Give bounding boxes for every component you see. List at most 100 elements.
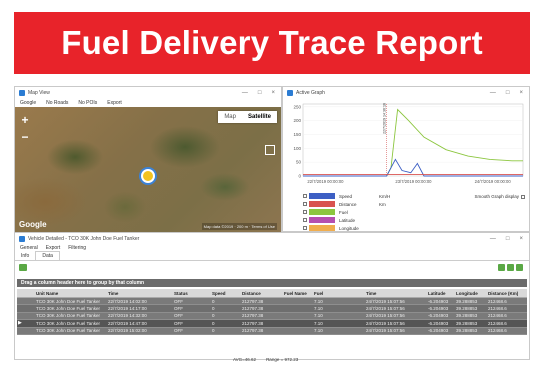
legend-label: Distance [339,201,357,207]
vehicle-marker-icon[interactable] [141,169,155,183]
grid-totals: AVG=46.62 Range = 972.23 [233,357,298,362]
legend-checkbox[interactable] [303,194,307,198]
column-header[interactable]: Unit Name [35,291,107,296]
legend-item[interactable]: Speed Km/H [303,192,390,200]
table-cell: 212468.6 [488,313,507,319]
table-row[interactable]: TCO 30K John Doe Fuel Tanker 22/7/2019 15… [17,327,527,335]
table-cell: 24/7/2019 15:07:56 [366,320,405,326]
table-cell: OFF [174,328,183,334]
legend-item[interactable]: Latitude [303,216,390,224]
tab-info[interactable]: Info [15,252,35,260]
close-icon[interactable]: × [519,90,523,96]
table-cell: 39.288853 [456,298,478,304]
legend-swatch [309,193,335,199]
legend-label: Longitude [339,225,359,231]
banner-title: Fuel Delivery Trace Report [61,24,483,61]
maximize-icon[interactable]: □ [258,90,262,96]
column-header[interactable]: Latitude [427,291,455,296]
app-icon [287,89,293,96]
column-header[interactable]: Status [173,291,211,296]
x-tick-label: 23/7/2019 00:00:00 [395,179,432,184]
close-icon[interactable]: × [271,90,275,96]
zoom-out-button[interactable]: − [19,130,31,144]
close-icon[interactable]: × [519,236,523,242]
legend-checkbox[interactable] [303,202,307,206]
legend-item[interactable]: Distance Km [303,200,390,208]
minimize-icon[interactable]: — [490,236,496,242]
map-type-satellite-button[interactable]: Satellite [242,111,277,123]
menu-google[interactable]: Google [20,100,36,106]
table-cell: 212797.38 [242,313,264,319]
legend-checkbox[interactable] [303,210,307,214]
menu-filtering[interactable]: Filtering [68,245,86,251]
table-cell: TCO 30K John Doe Fuel Tanker [36,306,100,312]
column-header[interactable]: Time [365,291,427,296]
table-cell: 212468.6 [488,298,507,304]
table-cell: 22/7/2019 15:02:00 [108,328,147,334]
maximize-icon[interactable]: □ [506,90,510,96]
table-cell: 212797.38 [242,298,264,304]
menu-no-pois[interactable]: No POIs [78,100,97,106]
smooth-graph-toggle[interactable]: Smooth Graph display [474,194,525,199]
table-cell: 0 [212,328,215,334]
data-grid: Unit Name Time Status Speed Distance Fuel Nam… [17,289,527,335]
map-type-toggle: Map Satellite [218,111,277,123]
column-header[interactable]: Fuel [313,291,365,296]
table-cell: 7.10 [314,306,323,312]
column-header[interactable]: Distance (Km) [487,291,527,296]
table-cell: OFF [174,306,183,312]
menu-no-roads[interactable]: No Roads [46,100,68,106]
table-cell: 212797.38 [242,320,264,326]
table-cell: 212468.6 [488,328,507,334]
map-type-map-button[interactable]: Map [218,111,242,123]
y-tick-label: 100 [293,146,301,151]
legend-item[interactable]: Fuel [303,208,390,216]
legend-label: Latitude [339,217,356,223]
satellite-map[interactable]: + − Map Satellite Google Map data ©2019 … [15,107,281,232]
tab-data[interactable]: Data [35,251,60,260]
time-marker-label: 22/7/2019 14:36:16 [383,103,387,134]
smooth-graph-label: Smooth Graph display [474,194,519,199]
legend-checkbox[interactable] [303,226,307,230]
table-row[interactable]: TCO 30K John Doe Fuel Tanker 22/7/2019 14… [17,305,527,313]
maximize-icon[interactable]: □ [506,236,510,242]
group-by-panel[interactable]: Drag a column header here to group by th… [17,279,527,287]
table-cell: 22/7/2019 14:02:00 [108,298,147,304]
smooth-graph-checkbox[interactable] [521,194,525,199]
minimize-icon[interactable]: — [242,90,248,96]
table-cell: 0 [212,298,215,304]
minimize-icon[interactable]: — [490,90,496,96]
column-header[interactable]: Distance [241,291,283,296]
report-banner: Fuel Delivery Trace Report [14,12,530,74]
fuel-line-chart[interactable]: 0 50 100 150 200 250 22/7/2019 00:00:00 23/7/20… [283,98,529,190]
legend-checkbox[interactable] [303,218,307,222]
table-row[interactable]: ▶ TCO 30K John Doe Fuel Tanker 22/7/2019 1… [17,320,527,328]
app-icon [19,89,25,96]
x-tick-label: 24/7/2019 00:00:00 [475,179,512,184]
print-icon[interactable] [516,264,523,271]
export-excel-icon[interactable] [19,264,27,271]
table-cell: 22/7/2019 14:32:00 [108,313,147,319]
table-cell: 0 [212,320,215,326]
column-header[interactable]: Speed [211,291,241,296]
table-cell: TCO 30K John Doe Fuel Tanker [36,320,100,326]
user-icon[interactable] [498,264,505,271]
fullscreen-icon[interactable] [265,145,275,155]
legend-item[interactable]: Longitude [303,224,390,232]
table-row[interactable]: TCO 30K John Doe Fuel Tanker 22/7/2019 14… [17,298,527,306]
legend-label: Fuel [339,209,348,215]
totals-range: Range = 972.23 [266,357,299,362]
table-cell: 212797.38 [242,306,264,312]
bar-chart-icon[interactable] [507,264,514,271]
column-header[interactable]: Longitude [455,291,487,296]
table-row[interactable]: TCO 30K John Doe Fuel Tanker 22/7/2019 14… [17,312,527,321]
zoom-in-button[interactable]: + [19,113,31,127]
grid-header-row: Unit Name Time Status Speed Distance Fuel Nam… [17,289,527,298]
table-cell: OFF [174,298,183,304]
group-by-hint: Drag a column header here to group by th… [21,280,145,286]
menu-export[interactable]: Export [107,100,121,106]
column-header[interactable]: Time [107,291,173,296]
table-cell: 39.288853 [456,328,478,334]
column-header[interactable]: Fuel Name [283,291,313,296]
y-tick-label: 0 [298,174,301,179]
